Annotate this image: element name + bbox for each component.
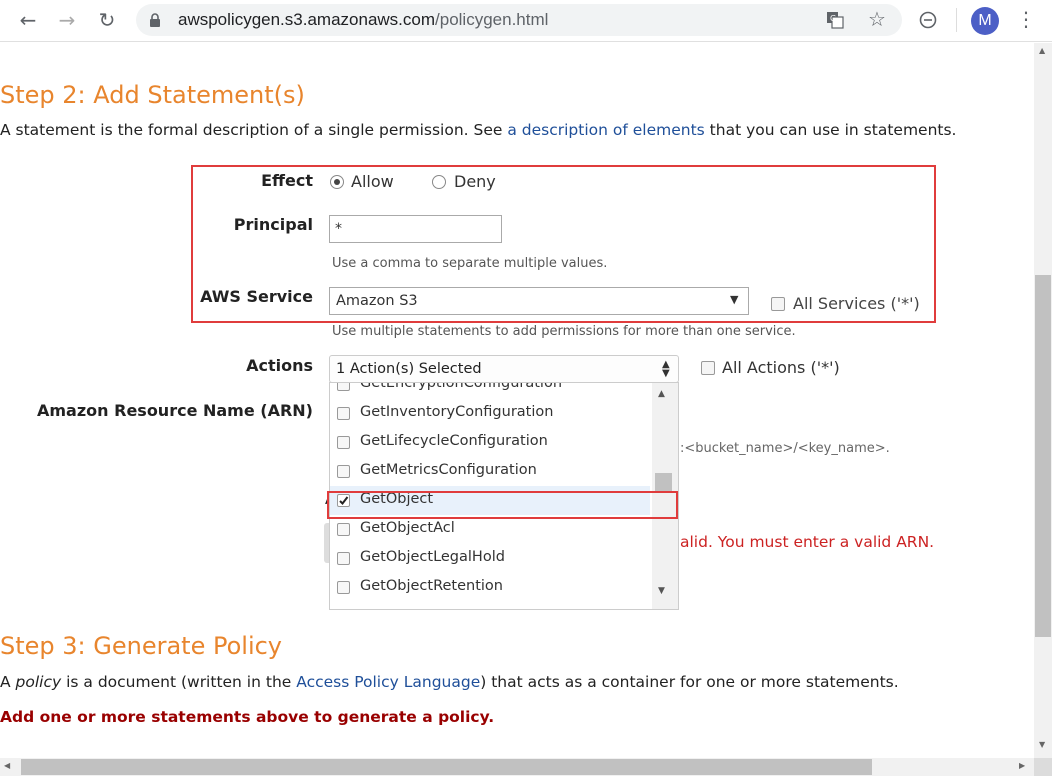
page-content: Step 2: Add Statement(s) A statement is … [0, 43, 1034, 758]
toolbar-divider [956, 8, 957, 32]
action-option[interactable]: GetObjectLegalHold [330, 544, 650, 573]
scroll-down-icon[interactable]: ▼ [658, 586, 665, 596]
action-checkbox[interactable] [337, 523, 350, 536]
highlight-box-getobject [327, 491, 678, 519]
extension-icon[interactable] [919, 11, 937, 29]
page-scroll-up-icon[interactable]: ▲ [1039, 46, 1045, 55]
action-checkbox[interactable] [337, 436, 350, 449]
step2-desc-text: A statement is the formal description of… [0, 121, 508, 139]
reload-icon[interactable]: ↻ [95, 8, 119, 32]
step2-desc-tail: that you can use in statements. [704, 121, 957, 139]
arn-hint: :<bucket_name>/<key_name>. [680, 441, 890, 456]
arn-error-message: alid. You must enter a valid ARN. [680, 533, 935, 551]
url-path: /policygen.html [435, 10, 549, 29]
action-checkbox[interactable] [337, 581, 350, 594]
svg-text:G: G [830, 14, 836, 23]
lock-icon [150, 13, 160, 27]
all-actions-checkbox[interactable] [701, 361, 715, 375]
step3-desc-a: A [0, 673, 16, 691]
action-option-label: GetMetricsConfiguration [360, 462, 537, 478]
menu-kebab-icon[interactable]: ⋮ [1016, 7, 1036, 31]
page-scroll-right-icon[interactable]: ▶ [1019, 761, 1025, 770]
action-checkbox[interactable] [337, 552, 350, 565]
address-bar[interactable]: awspolicygen.s3.amazonaws.com/policygen.… [136, 4, 902, 36]
action-option[interactable]: GetMetricsConfiguration [330, 457, 650, 486]
all-actions-label[interactable]: All Actions ('*') [722, 358, 840, 377]
action-option[interactable]: GetObjectAcl [330, 515, 650, 544]
generate-policy-warning: Add one or more statements above to gene… [0, 708, 495, 726]
page-scroll-down-icon[interactable]: ▼ [1039, 740, 1045, 749]
page-vertical-thumb[interactable] [1035, 275, 1051, 637]
step3-desc-policy: policy [15, 673, 62, 691]
action-option[interactable]: GetInventoryConfiguration [330, 399, 650, 428]
action-option-label: GetInventoryConfiguration [360, 404, 554, 420]
scrollbar-corner [1034, 758, 1052, 776]
back-icon[interactable]: ← [16, 8, 40, 32]
access-policy-language-link[interactable]: Access Policy Language [296, 673, 480, 691]
actions-multiselect-button[interactable]: 1 Action(s) Selected ▲ ▼ [329, 355, 679, 383]
actions-label: Actions [246, 356, 313, 375]
step3-heading: Step 3: Generate Policy [0, 632, 283, 660]
page-horizontal-scrollbar[interactable]: ◀ ▶ [0, 758, 1034, 776]
action-option-label: GetObjectAcl [360, 520, 455, 536]
page-scroll-left-icon[interactable]: ◀ [4, 761, 10, 770]
action-option[interactable]: GetLifecycleConfiguration [330, 428, 650, 457]
action-option[interactable]: GetObjectRetention [330, 573, 650, 602]
service-hint: Use multiple statements to add permissio… [332, 324, 796, 339]
action-option-label: GetEncryptionConfiguration [360, 382, 563, 391]
action-checkbox[interactable] [337, 407, 350, 420]
step3-desc-c: ) that acts as a container for one or mo… [480, 673, 899, 691]
step2-heading: Step 2: Add Statement(s) [0, 81, 305, 109]
arn-label: Amazon Resource Name (ARN) [37, 401, 313, 420]
updown-caret-icon: ▲ ▼ [662, 359, 670, 379]
url-host: awspolicygen.s3.amazonaws.com [178, 10, 436, 29]
list-scrollbar-thumb[interactable] [655, 473, 672, 493]
page-vertical-scrollbar[interactable]: ▲ ▼ [1034, 43, 1052, 758]
forward-icon[interactable]: → [55, 8, 79, 32]
step3-desc-b: is a document (written in the [61, 673, 297, 691]
action-option-label: GetObjectLegalHold [360, 549, 505, 565]
action-option-label: GetObjectRetention [360, 578, 503, 594]
browser-toolbar: ← → ↻ awspolicygen.s3.amazonaws.com/poli… [0, 0, 1052, 42]
action-checkbox[interactable] [337, 383, 350, 391]
page-horizontal-thumb[interactable] [21, 759, 872, 775]
elements-description-link[interactable]: a description of elements [507, 121, 704, 139]
bookmark-star-icon[interactable]: ☆ [868, 7, 886, 31]
actions-selected-count: 1 Action(s) Selected [336, 361, 482, 377]
scroll-up-icon[interactable]: ▲ [658, 389, 665, 399]
profile-avatar[interactable]: M [971, 7, 999, 35]
highlight-box-form [191, 165, 936, 323]
action-option-label: GetLifecycleConfiguration [360, 433, 548, 449]
step3-description: A policy is a document (written in the A… [0, 673, 899, 691]
action-option[interactable]: GetEncryptionConfiguration [330, 382, 650, 399]
translate-icon[interactable]: G [826, 11, 844, 29]
action-checkbox[interactable] [337, 465, 350, 478]
step2-description: A statement is the formal description of… [0, 121, 956, 139]
